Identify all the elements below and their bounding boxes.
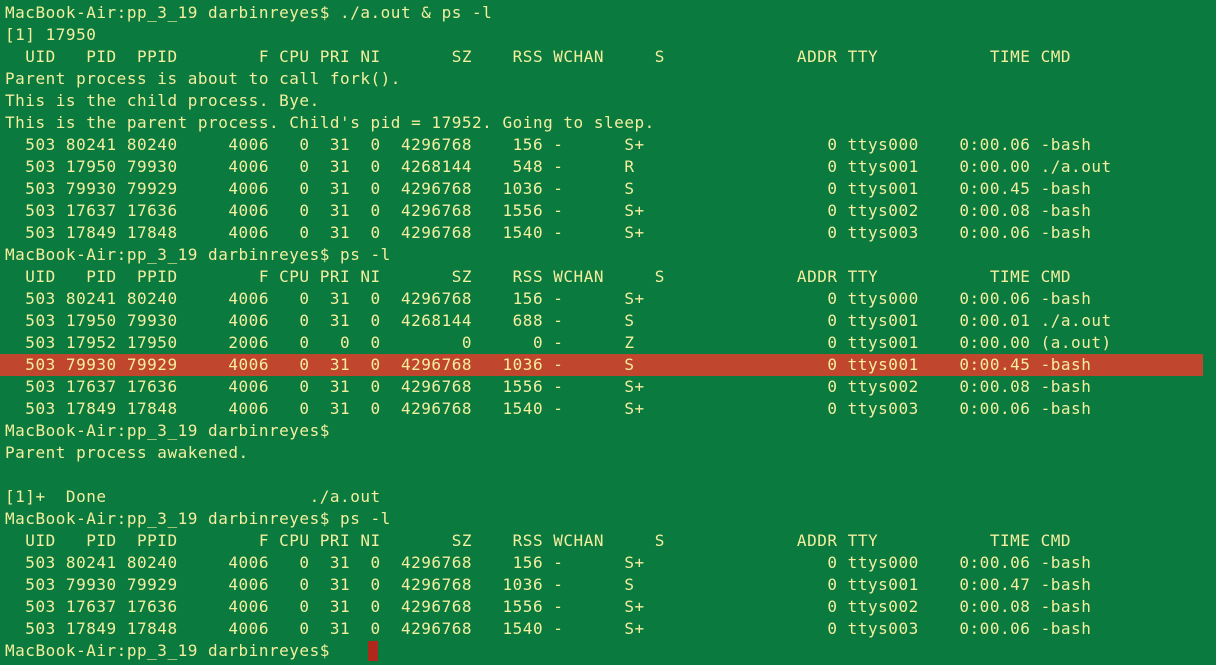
terminal-line: [1]+ Done ./a.out	[5, 487, 381, 506]
terminal-window[interactable]: MacBook-Air:pp_3_19 darbinreyes$ ./a.out…	[0, 0, 1216, 665]
terminal-line: 503 17952 17950 2006 0 0 0 0 0 - Z 0 tty…	[5, 333, 1112, 352]
terminal-line: MacBook-Air:pp_3_19 darbinreyes$ ps -l	[5, 509, 391, 528]
terminal-line: 503 79930 79929 4006 0 31 0 4296768 1036…	[5, 575, 1092, 594]
terminal-line: 503 80241 80240 4006 0 31 0 4296768 156 …	[5, 553, 1092, 572]
terminal-line: 503 80241 80240 4006 0 31 0 4296768 156 …	[5, 135, 1092, 154]
text-cursor-icon	[368, 641, 379, 661]
terminal-line: MacBook-Air:pp_3_19 darbinreyes$ ./a.out…	[5, 3, 493, 22]
terminal-line: UID PID PPID F CPU PRI NI SZ RSS WCHAN S…	[5, 531, 1072, 550]
terminal-line: UID PID PPID F CPU PRI NI SZ RSS WCHAN S…	[5, 47, 1072, 66]
terminal-line: 503 79930 79929 4006 0 31 0 4296768 1036…	[5, 179, 1092, 198]
terminal-line: [1] 17950	[5, 25, 97, 44]
terminal-line: UID PID PPID F CPU PRI NI SZ RSS WCHAN S…	[5, 267, 1072, 286]
terminal-line: 503 17849 17848 4006 0 31 0 4296768 1540…	[5, 223, 1092, 242]
terminal-line: This is the child process. Bye.	[5, 91, 320, 110]
terminal-line: 503 79930 79929 4006 0 31 0 4296768 1036…	[5, 355, 1092, 374]
terminal-line: Parent process is about to call fork().	[5, 69, 401, 88]
terminal-line: 503 17637 17636 4006 0 31 0 4296768 1556…	[5, 597, 1092, 616]
terminal-line: 503 17637 17636 4006 0 31 0 4296768 1556…	[5, 201, 1092, 220]
terminal-line: 503 17637 17636 4006 0 31 0 4296768 1556…	[5, 377, 1092, 396]
terminal-line: 503 17849 17848 4006 0 31 0 4296768 1540…	[5, 619, 1092, 638]
terminal-line: MacBook-Air:pp_3_19 darbinreyes$	[5, 421, 330, 440]
terminal-line: 503 17950 79930 4006 0 31 0 4268144 548 …	[5, 157, 1112, 176]
terminal-line: MacBook-Air:pp_3_19 darbinreyes$ ps -l	[5, 245, 391, 264]
terminal-line: 503 17849 17848 4006 0 31 0 4296768 1540…	[5, 399, 1092, 418]
terminal-line: 503 80241 80240 4006 0 31 0 4296768 156 …	[5, 289, 1092, 308]
terminal-line: This is the parent process. Child's pid …	[5, 113, 655, 132]
terminal-line: MacBook-Air:pp_3_19 darbinreyes$	[5, 641, 341, 660]
terminal-line: 503 17950 79930 4006 0 31 0 4268144 688 …	[5, 311, 1112, 330]
terminal-line: Parent process awakened.	[5, 443, 249, 462]
